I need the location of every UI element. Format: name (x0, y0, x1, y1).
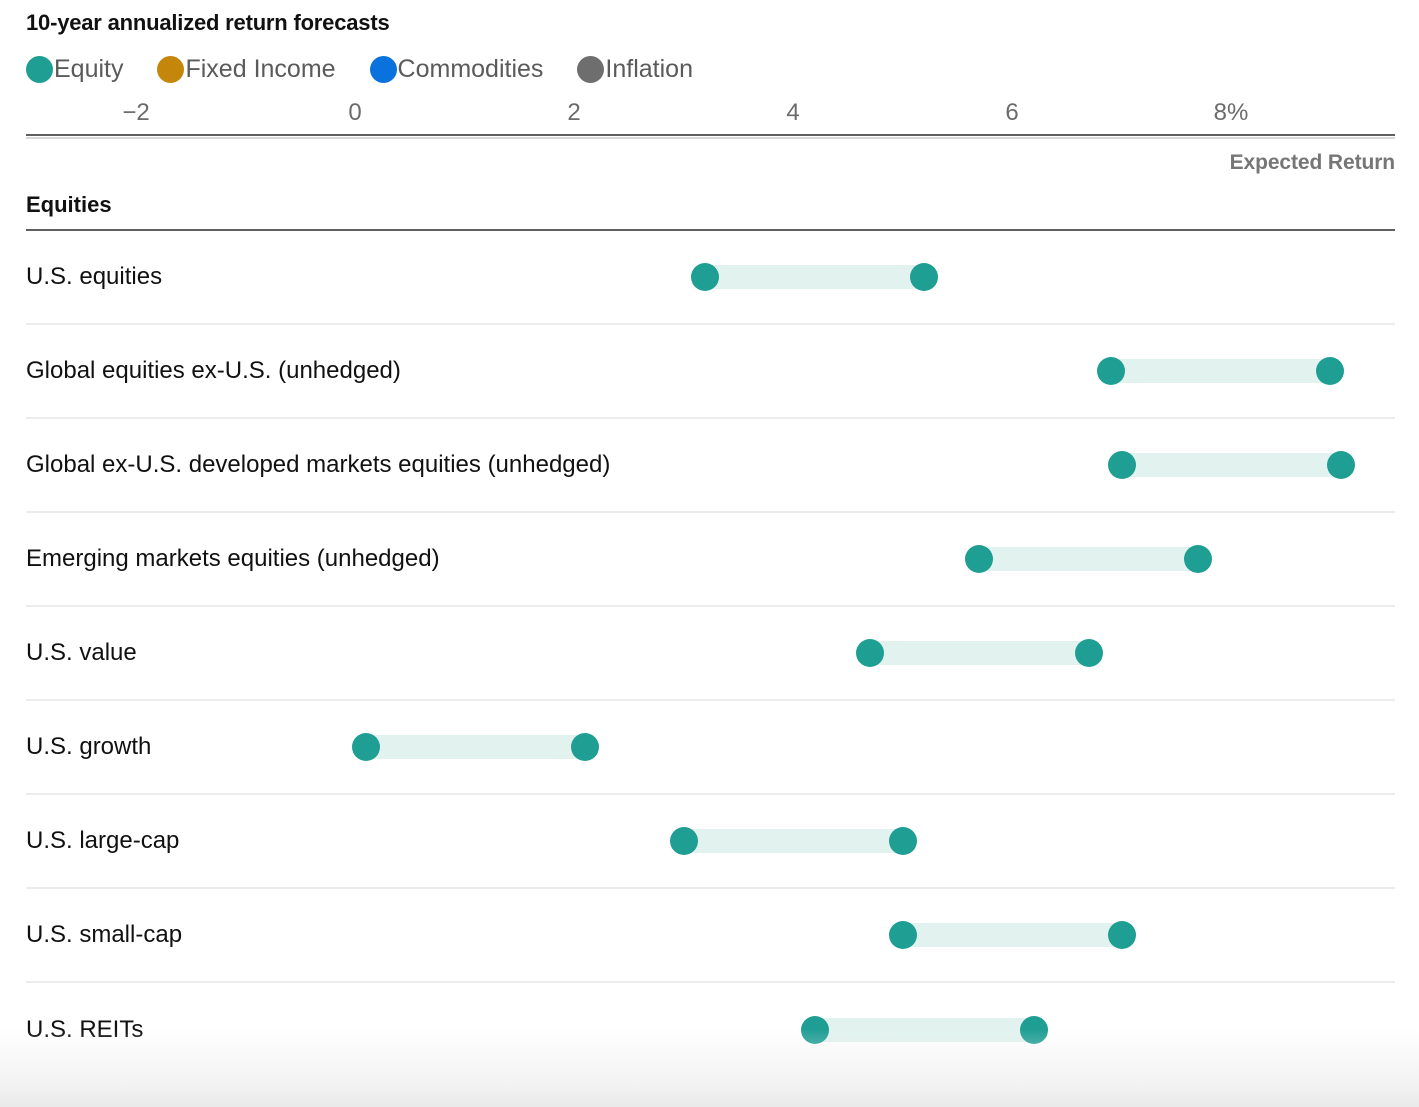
chart-rows: U.S. equitiesGlobal equities ex-U.S. (un… (26, 231, 1395, 1077)
range-band (815, 1018, 1034, 1042)
circle-icon (370, 56, 397, 83)
column-header: Expected Return (26, 139, 1395, 185)
range-low-dot[interactable] (1108, 451, 1136, 479)
forecast-chart-page: 10-year annualized return forecasts Equi… (0, 0, 1419, 1107)
legend-item-fixed-income[interactable]: Fixed Income (157, 56, 335, 83)
row-plot (26, 983, 1395, 1077)
table-row[interactable]: U.S. large-cap (26, 795, 1395, 889)
row-plot (26, 513, 1395, 605)
legend: Equity Fixed Income Commodities Inflation (26, 52, 1395, 86)
range-high-dot[interactable] (1327, 451, 1355, 479)
range-band (1111, 359, 1330, 383)
group-heading-equities: Equities (26, 185, 1395, 229)
table-row[interactable]: U.S. equities (26, 231, 1395, 325)
row-plot (26, 419, 1395, 511)
range-band (903, 923, 1122, 947)
table-row[interactable]: U.S. REITs (26, 983, 1395, 1077)
legend-item-label: Fixed Income (185, 56, 335, 83)
legend-item-equity[interactable]: Equity (26, 56, 123, 83)
x-axis-tick-label: 6 (1005, 98, 1018, 128)
table-row[interactable]: Emerging markets equities (unhedged) (26, 513, 1395, 607)
range-low-dot[interactable] (965, 545, 993, 573)
x-axis-tick-label: 0 (348, 98, 361, 128)
range-low-dot[interactable] (856, 639, 884, 667)
table-row[interactable]: Global ex-U.S. developed markets equitie… (26, 419, 1395, 513)
range-high-dot[interactable] (1184, 545, 1212, 573)
legend-item-inflation[interactable]: Inflation (577, 56, 693, 83)
range-band (705, 265, 924, 289)
x-axis-tick-label: 4 (786, 98, 799, 128)
range-low-dot[interactable] (691, 263, 719, 291)
page-title: 10-year annualized return forecasts (26, 0, 1395, 38)
range-high-dot[interactable] (910, 263, 938, 291)
range-low-dot[interactable] (889, 921, 917, 949)
circle-icon (577, 56, 604, 83)
legend-item-commodities[interactable]: Commodities (370, 56, 544, 83)
range-band (870, 641, 1089, 665)
row-plot (26, 325, 1395, 417)
range-band (366, 735, 585, 759)
table-row[interactable]: U.S. value (26, 607, 1395, 701)
x-axis-tick-label: 2 (567, 98, 580, 128)
x-axis-tick-label: −2 (122, 98, 149, 128)
range-band (979, 547, 1198, 571)
range-high-dot[interactable] (1316, 357, 1344, 385)
x-axis-tick-label: 8% (1214, 98, 1249, 128)
circle-icon (26, 56, 53, 83)
range-high-dot[interactable] (889, 827, 917, 855)
range-low-dot[interactable] (1097, 357, 1125, 385)
range-high-dot[interactable] (1108, 921, 1136, 949)
range-band (1122, 453, 1341, 477)
legend-item-label: Inflation (605, 56, 693, 83)
row-plot (26, 231, 1395, 323)
row-plot (26, 795, 1395, 887)
table-row[interactable]: U.S. small-cap (26, 889, 1395, 983)
range-high-dot[interactable] (571, 733, 599, 761)
row-plot (26, 889, 1395, 981)
range-low-dot[interactable] (670, 827, 698, 855)
expected-return-header: Expected Return (1230, 151, 1395, 175)
circle-icon (157, 56, 184, 83)
range-high-dot[interactable] (1075, 639, 1103, 667)
table-row[interactable]: Global equities ex-U.S. (unhedged) (26, 325, 1395, 419)
legend-item-label: Equity (54, 56, 123, 83)
axis-rule-dark (26, 134, 1395, 136)
range-low-dot[interactable] (352, 733, 380, 761)
table-row[interactable]: U.S. growth (26, 701, 1395, 795)
row-plot (26, 607, 1395, 699)
row-plot (26, 701, 1395, 793)
range-high-dot[interactable] (1020, 1016, 1048, 1044)
range-low-dot[interactable] (801, 1016, 829, 1044)
legend-item-label: Commodities (398, 56, 544, 83)
range-band (684, 829, 903, 853)
x-axis-ticks: −2 0 2 4 6 8% (26, 98, 1395, 132)
